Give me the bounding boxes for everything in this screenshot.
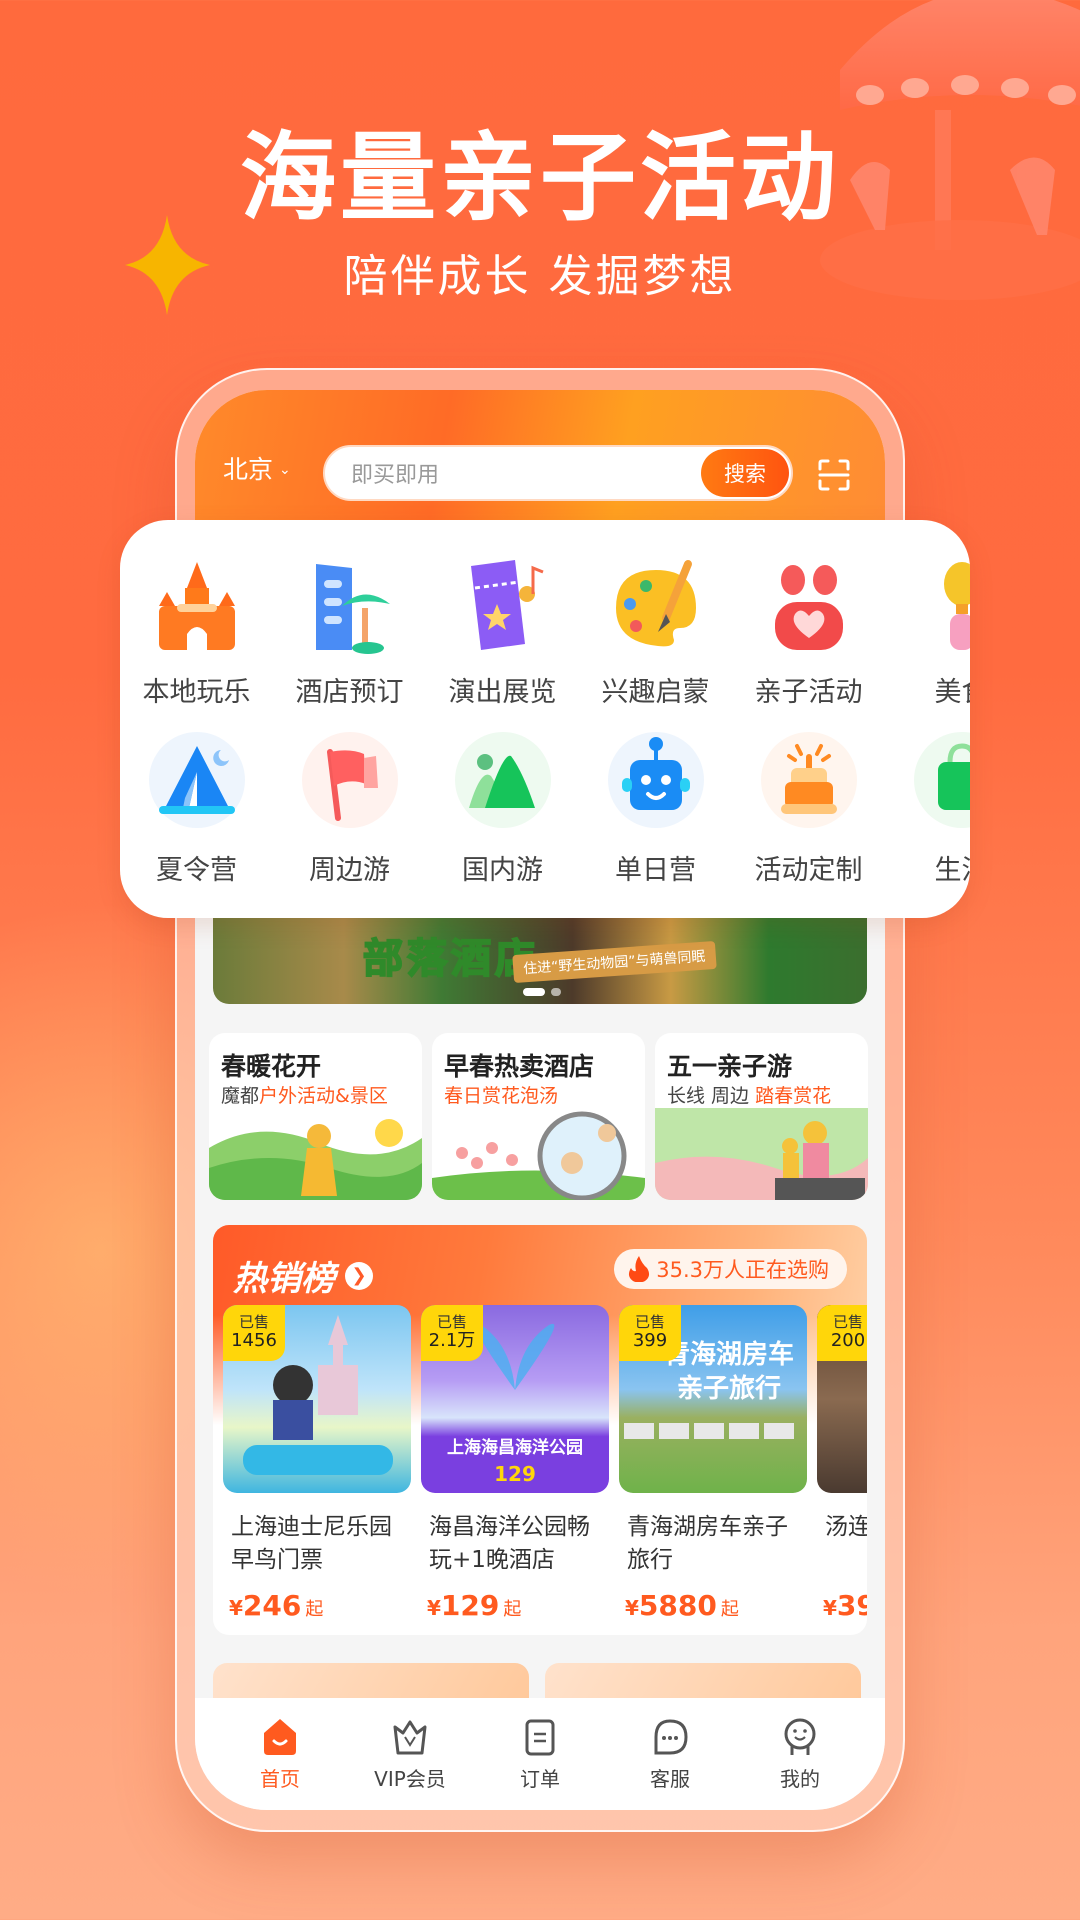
nav-vip[interactable]: VIP会员 [350, 1717, 470, 1792]
promo-illustration [209, 1119, 422, 1200]
nav-orders[interactable]: 订单 [480, 1717, 600, 1792]
promo-title: 早春热卖酒店 [444, 1052, 595, 1081]
castle-icon [158, 562, 235, 650]
promo-cards: 春暖花开 魔都户外活动&景区 早春热卖酒店 春日赏花泡汤 五一亲子游 长线 周边… [209, 1033, 868, 1200]
category-domestic-travel[interactable]: 国内游 [426, 730, 579, 887]
category-row: 本地玩乐 酒店预订 演出展览 兴趣启蒙 亲子活动 美 [120, 556, 970, 709]
banner-title: 部落酒店 [362, 935, 539, 983]
promo-illustration [432, 1111, 645, 1200]
search-bar[interactable]: 即买即用 搜索 [323, 445, 793, 501]
hot-item-price: ¥246 起 [229, 1589, 324, 1622]
promo-banner[interactable]: 部落酒店 住进“野生动物园”与萌兽同眠 [213, 918, 867, 1004]
hot-item-image: 已售 1456 [223, 1305, 411, 1493]
category-local-fun[interactable]: 本地玩乐 [120, 556, 273, 709]
hot-item-image: 上海海昌海洋公园 129 已售 2.1万 [421, 1305, 609, 1493]
promo-card-spring-hotel[interactable]: 早春热卖酒店 春日赏花泡汤 [432, 1033, 645, 1200]
promo-subtitle: 春日赏花泡汤 [444, 1085, 559, 1107]
banner-dot [551, 988, 561, 996]
chevron-right-icon: ❯ [345, 1261, 373, 1290]
ticket-icon [470, 560, 544, 650]
hot-item-name: 上海迪士尼乐园早鸟门票 [231, 1514, 392, 1574]
flag-icon [326, 749, 378, 821]
bottom-nav: 首页 VIP会员 订单 客服 我的 [195, 1698, 885, 1810]
banner-dot-active [523, 988, 545, 996]
category-custom-activity[interactable]: 活动定制 [732, 730, 885, 887]
search-input[interactable]: 即买即用 [351, 457, 701, 489]
search-button[interactable]: 搜索 [701, 449, 789, 497]
category-food[interactable]: 美食 [885, 556, 970, 709]
hotel-icon [315, 564, 390, 654]
live-shoppers-badge: 35.3万人正在选购 [614, 1249, 847, 1289]
category-grid: 本地玩乐 酒店预订 演出展览 兴趣启蒙 亲子活动 美 夏令营 周边游 国内游 单… [120, 520, 970, 918]
chat-icon [654, 1718, 688, 1754]
category-interests[interactable]: 兴趣启蒙 [579, 556, 732, 709]
hot-item[interactable]: 已售 1456 上海迪士尼乐园早鸟门票 ¥246 起 [223, 1305, 411, 1622]
chevron-down-icon: ⌄ [279, 462, 291, 478]
promo-title: 春暖花开 [221, 1052, 322, 1081]
hero-title: 海量亲子活动 [240, 122, 840, 234]
category-hotel[interactable]: 酒店预订 [273, 556, 426, 709]
hot-item-price: ¥129 起 [427, 1589, 522, 1622]
sold-badge: 已售 200 [817, 1305, 867, 1361]
robot-icon [621, 737, 690, 810]
cake-icon [780, 744, 837, 814]
svg-text:亲子旅行: 亲子旅行 [677, 1373, 781, 1404]
svg-text:青海湖房车: 青海湖房车 [664, 1339, 794, 1370]
food-icon [943, 562, 970, 650]
palette-icon [615, 560, 696, 647]
paw-heart-icon [774, 565, 843, 650]
category-nearby-travel[interactable]: 周边游 [273, 730, 426, 887]
svg-text:上海海昌海洋公园: 上海海昌海洋公园 [447, 1437, 583, 1458]
nav-service[interactable]: 客服 [610, 1717, 730, 1792]
category-family-activities[interactable]: 亲子活动 [732, 556, 885, 709]
hot-item-image: 已售 200 [817, 1305, 867, 1493]
hot-item-name: 汤连票/… [825, 1514, 867, 1540]
hot-item-price: ¥5880 起 [625, 1589, 739, 1622]
promo-card-may-day[interactable]: 五一亲子游 长线 周边 踏春赏花 [655, 1033, 868, 1200]
profile-icon [784, 1718, 816, 1755]
promo-title: 五一亲子游 [667, 1052, 793, 1081]
nav-profile[interactable]: 我的 [740, 1717, 860, 1792]
hot-item-name: 海昌海洋公园畅玩+1晚酒店 [429, 1514, 590, 1574]
hot-item-image: 青海湖房车 亲子旅行 已售 399 [619, 1305, 807, 1493]
vip-crown-icon [393, 1720, 427, 1754]
promo-card-spring-flowers[interactable]: 春暖花开 魔都户外活动&景区 [209, 1033, 422, 1200]
promo-subtitle: 魔都户外活动&景区 [221, 1085, 388, 1107]
city-selector[interactable]: 北京 ⌄ [223, 450, 291, 486]
sold-badge: 已售 2.1万 [421, 1305, 483, 1361]
scan-icon[interactable] [817, 458, 851, 492]
category-summer-camp[interactable]: 夏令营 [120, 730, 273, 887]
city-name: 北京 [223, 455, 274, 484]
banner-pagination [523, 988, 561, 996]
hot-item-price: ¥39起 [823, 1589, 867, 1622]
hot-sellers-title[interactable]: 热销榜 ❯ [233, 1251, 373, 1300]
sold-badge: 已售 1456 [223, 1305, 285, 1361]
mountain-icon [468, 754, 535, 808]
hot-item[interactable]: 上海海昌海洋公园 129 已售 2.1万 海昌海洋公园畅玩+1晚酒店 ¥129 起 [421, 1305, 609, 1622]
promo-illustration [655, 1108, 868, 1200]
hero-subtitle: 陪伴成长 发掘梦想 [343, 251, 737, 302]
category-row: 夏令营 周边游 国内游 单日营 活动定制 生 [120, 730, 970, 887]
hot-item[interactable]: 已售200 汤连票/… ¥39起 [817, 1305, 867, 1622]
promo-subtitle: 长线 周边 踏春赏花 [667, 1085, 832, 1107]
hot-sellers-list: 已售 1456 上海迪士尼乐园早鸟门票 ¥246 起 上海海昌海洋公园 129 已售… [223, 1305, 867, 1622]
sold-badge: 已售 399 [619, 1305, 681, 1361]
category-life[interactable]: 生活 [885, 730, 970, 887]
hot-sellers-panel: 热销榜 ❯ 35.3万人正在选购 已售 1456 上海迪士尼乐园早鸟门票 ¥24… [213, 1225, 867, 1635]
banner-tag: 住进“野生动物园”与萌兽同眠 [512, 940, 717, 984]
nav-home[interactable]: 首页 [220, 1717, 340, 1792]
hot-item[interactable]: 青海湖房车 亲子旅行 已售 399 青海湖房车亲子旅行 ¥5880 起 [619, 1305, 807, 1622]
hot-item-name: 青海湖房车亲子旅行 [627, 1514, 788, 1574]
category-day-camp[interactable]: 单日营 [579, 730, 732, 887]
tent-icon [158, 746, 235, 814]
shopping-bag-icon [937, 743, 970, 810]
home-icon [264, 1718, 296, 1755]
category-shows[interactable]: 演出展览 [426, 556, 579, 709]
flame-icon [629, 1256, 650, 1282]
order-icon [525, 1719, 555, 1755]
svg-text:129: 129 [494, 1462, 536, 1486]
